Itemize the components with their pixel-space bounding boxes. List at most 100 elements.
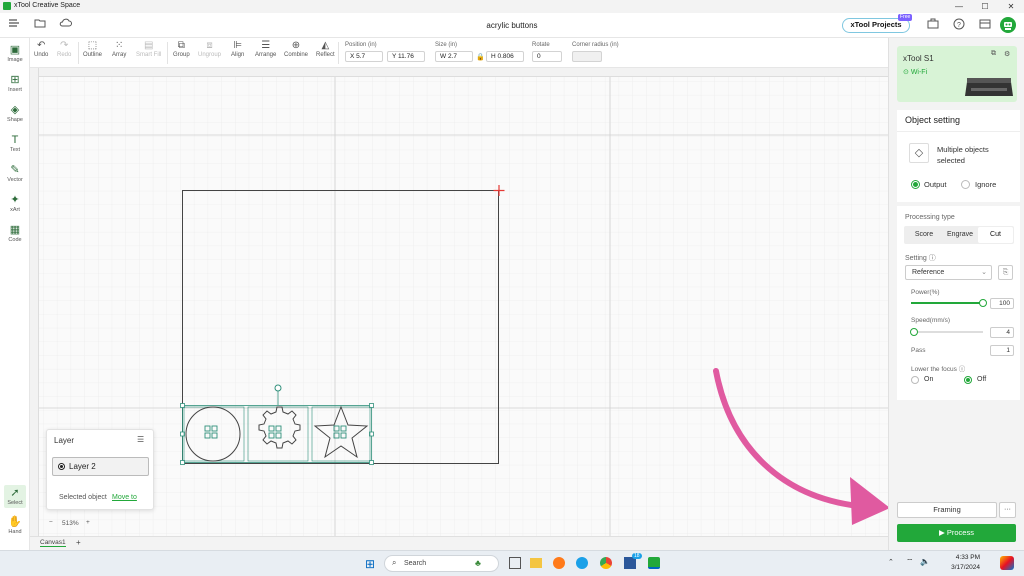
cursor-icon: ➚ <box>10 487 20 499</box>
insert-tool[interactable]: ⊞ Insert <box>0 74 30 93</box>
store-icon[interactable] <box>977 18 993 34</box>
power-slider-track[interactable] <box>911 302 983 304</box>
clover-icon: ♣ <box>475 558 481 568</box>
image-icon: ▣ <box>9 44 21 56</box>
text-tool[interactable]: T Text <box>0 134 30 153</box>
type-engrave[interactable]: Engrave <box>942 227 978 243</box>
avatar[interactable] <box>1000 17 1016 33</box>
shape-tool[interactable]: ◈ Shape <box>0 104 30 123</box>
more-options-button[interactable]: ··· <box>999 502 1016 518</box>
start-icon[interactable]: ⊞ <box>365 557 375 571</box>
add-canvas-button[interactable]: + <box>76 538 81 547</box>
position-y-field[interactable]: Y 11.76 <box>387 51 425 62</box>
layer-item[interactable]: Layer 2 <box>52 457 149 476</box>
annotation-arrow <box>713 368 890 525</box>
taskbar-search[interactable]: ⌕ Search ♣ <box>384 555 499 572</box>
focus-on-radio[interactable] <box>911 376 919 384</box>
corner-radius-field[interactable] <box>572 51 602 62</box>
wifi-icon[interactable]: ⌔ <box>906 557 914 567</box>
redo-icon: ↷ <box>59 40 69 51</box>
file-explorer-icon[interactable] <box>530 558 542 568</box>
xart-tool[interactable]: ✦ xArt <box>0 194 30 213</box>
divider <box>897 202 1020 206</box>
hand-tool[interactable]: ✋ Hand <box>0 516 30 535</box>
combine-button[interactable]: ⊕ Combine <box>284 40 308 58</box>
smart-fill-icon: ▤ <box>143 40 154 51</box>
power-input[interactable]: 100 <box>990 298 1014 309</box>
speed-slider-thumb[interactable] <box>910 328 918 336</box>
size-h-field[interactable]: H 0.806 <box>486 51 524 62</box>
device-card[interactable]: xTool S1 ⊙ Wi-Fi ⧉ ⚙ <box>897 46 1017 102</box>
os-taskbar: ⊞ ⌕ Search ♣ 18 ⌃ ⌔ 🔈 4:33 PM 3/17/2024 <box>0 550 1024 576</box>
zoom-in-button[interactable]: + <box>86 519 90 526</box>
ungroup-icon: ⧈ <box>206 40 213 51</box>
help-icon[interactable]: ? <box>951 18 967 34</box>
zoom-out-button[interactable]: − <box>49 519 53 526</box>
external-link-icon[interactable]: ⧉ <box>991 50 996 58</box>
xtool-taskbar-icon[interactable] <box>648 557 660 569</box>
select-tool[interactable]: ➚ Select <box>4 485 26 508</box>
clock-date[interactable]: 3/17/2024 <box>946 564 980 571</box>
speed-input[interactable]: 4 <box>990 327 1014 338</box>
type-score[interactable]: Score <box>906 227 942 243</box>
tray-chevron-icon[interactable]: ⌃ <box>888 558 894 566</box>
lock-ratio-icon[interactable]: 🔒 <box>476 53 485 61</box>
close-button[interactable]: ✕ <box>998 0 1024 13</box>
outline-button[interactable]: ⬚ Outline <box>83 40 102 58</box>
free-badge: Free <box>898 14 913 21</box>
pass-input[interactable]: 1 <box>990 345 1014 356</box>
redo-button[interactable]: ↷ Redo <box>57 40 71 58</box>
undo-icon: ↶ <box>36 40 46 51</box>
info-icon: ⓘ <box>928 255 936 262</box>
notifications-icon[interactable] <box>1000 556 1014 570</box>
arrange-button[interactable]: ☰ Arrange <box>255 40 276 58</box>
layer-settings-icon[interactable]: ☰ <box>137 435 144 444</box>
shop-icon[interactable] <box>925 18 941 34</box>
power-slider-thumb[interactable] <box>979 299 987 307</box>
wifi-status: ⊙ Wi-Fi <box>903 69 928 76</box>
move-to-link[interactable]: Move to <box>112 494 137 501</box>
process-button[interactable]: ▶ Process <box>897 524 1016 542</box>
ungroup-button[interactable]: ⧈ Ungroup <box>198 40 221 58</box>
object-setting-panel: Object setting ◇ Multiple objects select… <box>897 110 1020 400</box>
chrome-icon[interactable] <box>600 557 612 569</box>
firefox-icon[interactable] <box>553 557 565 569</box>
vector-tool[interactable]: ✎ Vector <box>0 164 30 183</box>
clock-time[interactable]: 4:33 PM <box>950 554 980 561</box>
undo-button[interactable]: ↶ Undo <box>34 40 48 58</box>
framing-button[interactable]: Framing <box>897 502 997 518</box>
minimize-button[interactable]: — <box>946 0 972 13</box>
layer-radio[interactable] <box>58 463 65 470</box>
zoom-level[interactable]: 513% <box>62 520 79 527</box>
rotate-field[interactable]: 0 <box>532 51 562 62</box>
align-icon: ⊫ <box>233 40 243 51</box>
qr-code-icon: ▦ <box>9 224 21 236</box>
power-label: Power(%) <box>911 289 940 296</box>
size-w-field[interactable]: W 2.7 <box>435 51 473 62</box>
canvas-tab[interactable]: Canvas1 <box>40 539 66 547</box>
smart-fill-button[interactable]: ▤ Smart Fill <box>136 40 161 58</box>
setting-select[interactable]: Reference ⌄ <box>905 265 992 280</box>
arrange-icon: ☰ <box>261 40 271 51</box>
volume-icon[interactable]: 🔈 <box>920 557 930 566</box>
task-view-icon[interactable] <box>509 557 521 569</box>
maximize-button[interactable]: ☐ <box>972 0 998 13</box>
window-title: xTool Creative Space <box>14 2 81 9</box>
position-x-field[interactable]: X 5.7 <box>345 51 383 62</box>
ignore-radio[interactable] <box>961 180 970 189</box>
device-settings-icon[interactable]: ⚙ <box>1004 50 1010 58</box>
code-tool[interactable]: ▦ Code <box>0 224 30 243</box>
array-button[interactable]: ⁙ Array <box>112 40 126 58</box>
output-radio[interactable] <box>911 180 920 189</box>
image-tool[interactable]: ▣ Image <box>0 44 30 63</box>
reflect-button[interactable]: ◭ Reflect <box>316 40 335 58</box>
speed-slider-track[interactable] <box>911 331 983 333</box>
xart-icon: ✦ <box>10 194 20 206</box>
align-button[interactable]: ⊫ Align <box>231 40 244 58</box>
processing-type-label: Processing type <box>905 214 955 221</box>
type-cut[interactable]: Cut <box>978 227 1013 243</box>
edge-icon[interactable] <box>576 557 588 569</box>
save-setting-icon[interactable]: ⎘ <box>998 265 1013 280</box>
focus-off-radio[interactable] <box>964 376 972 384</box>
group-button[interactable]: ⧉ Group <box>173 40 190 58</box>
